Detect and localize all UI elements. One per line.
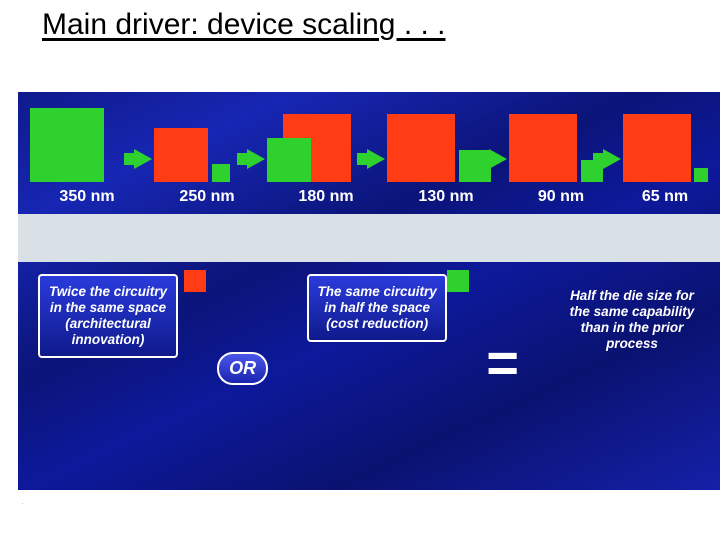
node-350nm (30, 108, 136, 182)
caption-text: The same circuitry in half the space (co… (317, 284, 436, 331)
process-node-labels: 350 nm 250 nm 180 nm 130 nm 90 nm 65 nm (26, 188, 714, 210)
node-label: 350 nm (26, 188, 148, 210)
equals-icon: = (486, 335, 519, 391)
node-label: 130 nm (386, 188, 506, 210)
caption-text: Twice the circuitry in the same space (a… (49, 284, 167, 347)
caption-text: Half the die size for the same capabilit… (570, 288, 695, 351)
green-square (30, 108, 104, 182)
scaling-diagram-panel: 350 nm 250 nm 180 nm 130 nm 90 nm 65 nm … (18, 92, 720, 490)
green-square (212, 164, 230, 182)
node-label: 65 nm (616, 188, 714, 210)
green-square (694, 168, 708, 182)
process-node-row (30, 108, 710, 182)
caption-box-cost: The same circuitry in half the space (co… (307, 274, 447, 342)
caption-box-architecture: Twice the circuitry in the same space (a… (38, 274, 178, 358)
node-65nm (623, 108, 710, 182)
green-square (267, 138, 311, 182)
orange-square-icon (184, 270, 206, 292)
node-130nm (387, 108, 491, 182)
arrow-icon (367, 149, 385, 169)
orange-square (509, 114, 577, 182)
node-label: 90 nm (506, 188, 616, 210)
green-square-icon (447, 270, 469, 292)
node-label: 180 nm (266, 188, 386, 210)
arrow-icon (489, 149, 507, 169)
benefits-row: Twice the circuitry in the same space (a… (38, 274, 706, 424)
orange-square (623, 114, 691, 182)
caption-box-result: Half the die size for the same capabilit… (558, 274, 706, 360)
or-operator-pill: OR (217, 352, 268, 385)
arrow-icon (247, 149, 265, 169)
node-180nm (267, 108, 369, 182)
node-90nm (509, 108, 605, 182)
gray-band (18, 214, 720, 262)
node-250nm (154, 108, 248, 182)
footer-dot: . (22, 500, 23, 506)
orange-square (154, 128, 208, 182)
arrow-icon (134, 149, 152, 169)
orange-square (387, 114, 455, 182)
arrow-icon (603, 149, 621, 169)
node-label: 250 nm (148, 188, 266, 210)
slide-title: Main driver: device scaling . . . (42, 8, 446, 42)
